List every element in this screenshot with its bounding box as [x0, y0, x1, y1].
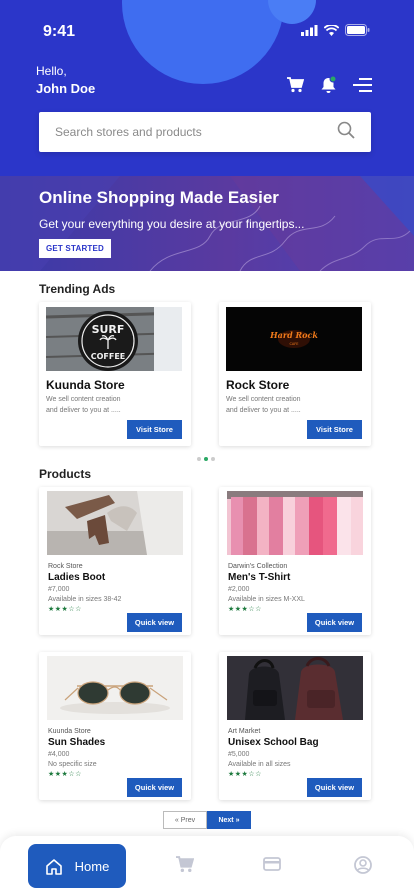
quick-view-button[interactable]: Quick view	[307, 613, 362, 632]
product-availability: No specific size	[48, 761, 97, 768]
carousel-dots	[197, 457, 215, 461]
nav-home-label: Home	[74, 858, 110, 874]
product-name: Men's T-Shirt	[228, 572, 291, 583]
user-name: John Doe	[36, 81, 96, 96]
status-bar: 9:41	[0, 0, 414, 60]
greeting: Hello, John Doe	[36, 64, 95, 96]
ad-store-name: Kuunda Store	[46, 378, 125, 392]
product-price: #5,000	[228, 751, 250, 758]
ad-card[interactable]: SURF COFFEE Kuunda Store We sell content…	[39, 302, 191, 446]
ad-card[interactable]: Hard Rock CAFE Rock Store We sell conten…	[219, 302, 371, 446]
product-store: Art Market	[228, 728, 261, 735]
svg-text:Hard Rock: Hard Rock	[269, 330, 318, 340]
chevrons-left-icon: «	[174, 816, 179, 824]
product-rating: ★★★☆☆	[48, 771, 82, 778]
quick-view-button[interactable]: Quick view	[307, 778, 362, 797]
svg-text:COFFEE: COFFEE	[91, 352, 126, 361]
greeting-hello: Hello,	[36, 64, 67, 78]
product-availability: Available in all sizes	[228, 761, 291, 768]
product-image-school-bag	[227, 656, 363, 720]
nav-cart-icon[interactable]	[176, 856, 195, 878]
quick-view-button[interactable]: Quick view	[127, 613, 182, 632]
quick-view-button[interactable]: Quick view	[127, 778, 182, 797]
product-availability: Available in sizes 38-42	[48, 596, 122, 603]
product-store: Kuunda Store	[48, 728, 91, 735]
product-name: Sun Shades	[48, 737, 106, 748]
ad-description: We sell content creation	[46, 396, 121, 403]
ad-description: and deliver to you at .....	[46, 407, 121, 414]
search-icon[interactable]	[337, 121, 355, 144]
product-store: Rock Store	[48, 563, 83, 570]
prev-label: Prev	[180, 816, 196, 824]
carousel-dot-active[interactable]	[204, 457, 208, 461]
product-rating: ★★★☆☆	[228, 606, 262, 613]
promo-banner: Online Shopping Made Easier Get your eve…	[0, 176, 414, 271]
battery-icon	[345, 24, 370, 36]
cart-icon[interactable]	[287, 76, 305, 98]
product-price: #7,000	[48, 586, 70, 593]
product-rating: ★★★☆☆	[228, 771, 262, 778]
bottom-navigation: Home	[0, 836, 414, 896]
product-card[interactable]: Darwin's Collection Men's T-Shirt #2,000…	[219, 487, 371, 635]
visit-store-button[interactable]: Visit Store	[127, 420, 182, 439]
signal-icon	[301, 24, 318, 36]
prev-page-button[interactable]: « Prev	[163, 811, 207, 829]
status-icons	[301, 24, 370, 36]
product-store: Darwin's Collection	[228, 563, 288, 570]
ad-description: We sell content creation	[226, 396, 301, 403]
get-started-button[interactable]: GET STARTED	[39, 239, 111, 258]
svg-text:SURF: SURF	[92, 323, 125, 336]
menu-icon[interactable]	[353, 77, 372, 98]
product-image-sun-shades	[47, 656, 183, 720]
banner-subtitle: Get your everything you desire at your f…	[39, 217, 305, 231]
trending-ads-title: Trending Ads	[39, 282, 116, 296]
product-image-ladies-boot	[47, 491, 183, 555]
product-card[interactable]: Art Market Unisex School Bag #5,000 Avai…	[219, 652, 371, 800]
carousel-dot[interactable]	[197, 457, 201, 461]
ad-description: and deliver to you at .....	[226, 407, 301, 414]
product-rating: ★★★☆☆	[48, 606, 82, 613]
ad-store-name: Rock Store	[226, 378, 290, 392]
search-bar[interactable]	[39, 112, 371, 152]
next-page-button[interactable]: Next »	[207, 811, 251, 829]
banner-title: Online Shopping Made Easier	[39, 188, 279, 207]
nav-home-button[interactable]: Home	[28, 844, 126, 888]
ad-image-hard-rock-cafe: Hard Rock CAFE	[226, 307, 362, 371]
product-price: #2,000	[228, 586, 250, 593]
products-title: Products	[39, 467, 92, 481]
visit-store-button[interactable]: Visit Store	[307, 420, 362, 439]
notification-bell-icon[interactable]	[320, 75, 337, 98]
product-price: #4,000	[48, 751, 70, 758]
app-header: 9:41 Hello, John Doe	[0, 0, 414, 176]
pagination: « Prev Next »	[163, 811, 251, 829]
product-name: Unisex School Bag	[228, 737, 319, 748]
svg-text:CAFE: CAFE	[289, 342, 298, 346]
product-card[interactable]: Kuunda Store Sun Shades #4,000 No specif…	[39, 652, 191, 800]
wifi-icon	[324, 24, 339, 36]
next-label: Next	[218, 816, 234, 824]
product-card[interactable]: Rock Store Ladies Boot #7,000 Available …	[39, 487, 191, 635]
header-actions	[287, 75, 372, 98]
product-image-mens-tshirt	[227, 491, 363, 555]
nav-card-icon[interactable]	[263, 856, 281, 877]
status-time: 9:41	[43, 23, 76, 40]
product-availability: Available in sizes M-XXL	[228, 596, 305, 603]
nav-profile-icon[interactable]	[354, 856, 372, 879]
search-input[interactable]	[55, 125, 337, 139]
chevrons-right-icon: »	[235, 816, 240, 824]
carousel-dot[interactable]	[211, 457, 215, 461]
home-icon	[45, 858, 62, 875]
product-name: Ladies Boot	[48, 572, 106, 583]
ad-image-surf-coffee: SURF COFFEE	[46, 307, 182, 371]
